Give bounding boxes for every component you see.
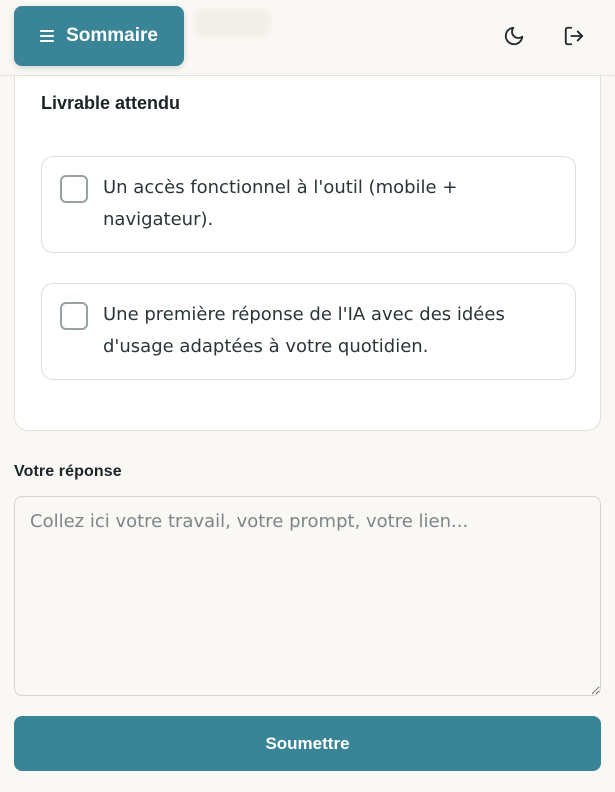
top-bar: Sommaire bbox=[0, 0, 615, 76]
hamburger-icon bbox=[40, 30, 55, 42]
deliverable-title: Livrable attendu bbox=[41, 93, 181, 113]
sommaire-button[interactable]: Sommaire bbox=[14, 6, 184, 66]
sommaire-button-label: Sommaire bbox=[66, 25, 158, 46]
deliverable-item-1-text: Un accès fonctionnel à l'outil (mobile +… bbox=[103, 177, 458, 230]
submit-button[interactable]: Soumettre bbox=[14, 716, 601, 771]
deliverable-card: Livrable attendu Un accès fonctionnel à … bbox=[14, 76, 601, 431]
answer-textarea[interactable] bbox=[14, 496, 601, 696]
theme-toggle-button[interactable] bbox=[500, 22, 528, 50]
deliverable-item-2-text: Une première réponse de l'IA avec des id… bbox=[103, 304, 505, 357]
logout-button[interactable] bbox=[560, 22, 588, 50]
answer-label: Votre réponse bbox=[14, 463, 122, 480]
deliverable-checkbox-1[interactable] bbox=[60, 175, 88, 203]
faded-header-title bbox=[196, 10, 270, 36]
deliverable-item-1[interactable]: Un accès fonctionnel à l'outil (mobile +… bbox=[41, 156, 576, 253]
deliverable-checkbox-2[interactable] bbox=[60, 302, 88, 330]
moon-icon bbox=[504, 26, 524, 46]
deliverable-item-2[interactable]: Une première réponse de l'IA avec des id… bbox=[41, 283, 576, 380]
logout-icon bbox=[564, 26, 584, 46]
